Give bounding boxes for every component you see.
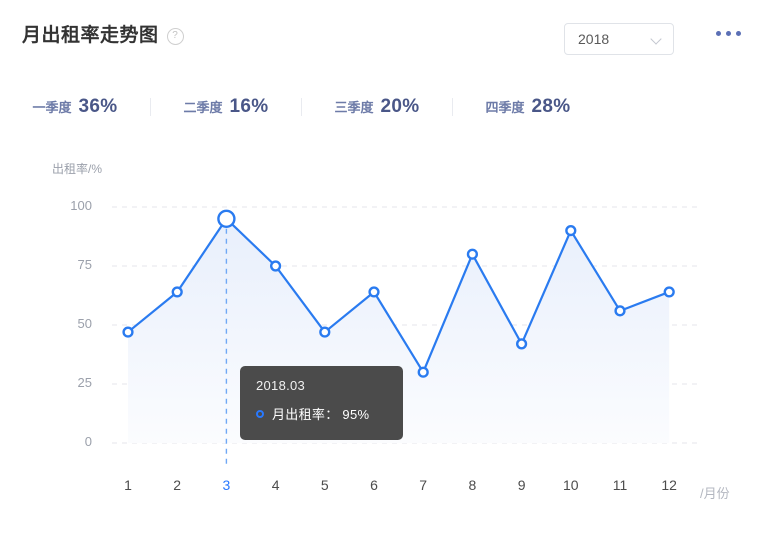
more-dot bbox=[716, 31, 721, 36]
x-axis-tick-label[interactable]: 7 bbox=[408, 477, 438, 493]
data-point[interactable] bbox=[466, 248, 479, 260]
x-axis-tick-label[interactable]: 6 bbox=[359, 477, 389, 493]
data-point[interactable] bbox=[368, 286, 380, 298]
year-select[interactable]: 2018 bbox=[564, 23, 674, 55]
title-group: 月出租率走势图 ? bbox=[22, 23, 184, 49]
question-mark-circle-icon[interactable]: ? bbox=[166, 27, 184, 45]
x-axis-tick-label[interactable]: 12 bbox=[654, 477, 684, 493]
quarter-stat-value: 16% bbox=[229, 96, 269, 117]
quarter-stat-label: 四季度 bbox=[485, 100, 525, 115]
data-point[interactable] bbox=[171, 286, 183, 298]
data-point[interactable] bbox=[319, 326, 331, 338]
x-axis-tick-label[interactable]: 1 bbox=[113, 477, 143, 493]
x-axis-tick-label[interactable]: 3 bbox=[211, 477, 241, 493]
data-point[interactable] bbox=[217, 209, 236, 229]
x-axis-tick-label[interactable]: 9 bbox=[507, 477, 537, 493]
tooltip-title: 2018.03 bbox=[256, 378, 306, 393]
quarter-stat-label: 二季度 bbox=[183, 100, 223, 115]
page-title: 月出租率走势图 bbox=[22, 25, 159, 46]
quarter-stats: 一季度 36% 二季度 16% 三季度 20% 四季度 28% bbox=[0, 88, 765, 126]
quarter-stat: 一季度 36% bbox=[0, 96, 150, 118]
data-point[interactable] bbox=[270, 260, 282, 272]
data-point[interactable] bbox=[565, 224, 577, 237]
x-axis-tick-label[interactable]: 4 bbox=[261, 477, 291, 493]
chart-area: 出租率/% /月份 100 75 50 25 0 1 2 3 4 5 6 7 8 9 10 11 12 2018… bbox=[0, 140, 765, 520]
chart-tooltip: 2018.03 月出租率： 95% bbox=[240, 366, 403, 440]
chevron-down-icon bbox=[652, 34, 662, 44]
data-point[interactable] bbox=[614, 305, 626, 317]
tooltip-row: 月出租率： 95% bbox=[256, 404, 403, 423]
x-axis-tick-label[interactable]: 2 bbox=[162, 477, 192, 493]
data-point[interactable] bbox=[122, 326, 134, 338]
data-point[interactable] bbox=[663, 286, 675, 298]
more-dot bbox=[726, 31, 731, 36]
card-header: 月出租率走势图 ? 2018 bbox=[0, 0, 765, 72]
x-axis-tick-label[interactable]: 5 bbox=[310, 477, 340, 493]
quarter-stat: 四季度 28% bbox=[453, 96, 603, 118]
quarter-stat-value: 28% bbox=[531, 96, 571, 117]
tooltip-value: 月出租率： 95% bbox=[272, 407, 370, 422]
more-horizontal-icon[interactable] bbox=[716, 31, 741, 36]
quarter-stat-label: 一季度 bbox=[32, 100, 72, 115]
data-point[interactable] bbox=[417, 366, 429, 378]
quarter-stat-value: 20% bbox=[380, 96, 420, 117]
y-axis-tick-label: 25 bbox=[77, 375, 92, 390]
y-axis-tick-label: 100 bbox=[70, 198, 92, 213]
data-point[interactable] bbox=[515, 338, 528, 350]
x-axis-tick-label[interactable]: 8 bbox=[457, 477, 487, 493]
quarter-stat-label: 三季度 bbox=[334, 100, 374, 115]
quarter-stat-value: 36% bbox=[78, 96, 118, 117]
line-chart-svg bbox=[112, 206, 700, 465]
plot-region: 100 75 50 25 0 1 2 3 4 5 6 7 8 9 10 11 12 bbox=[0, 140, 765, 520]
circle-marker-icon bbox=[256, 409, 264, 418]
quarter-stat: 二季度 16% bbox=[151, 96, 301, 118]
quarter-stat: 三季度 20% bbox=[302, 96, 452, 118]
year-select-value: 2018 bbox=[578, 31, 610, 47]
x-axis-tick-label[interactable]: 11 bbox=[605, 477, 635, 493]
y-axis-tick-label: 50 bbox=[77, 316, 92, 331]
x-axis-tick-label[interactable]: 10 bbox=[556, 477, 586, 493]
occupancy-trend-card: 月出租率走势图 ? 2018 一季度 36% 二季度 16% 三季度 20% 四季度 28% … bbox=[0, 0, 765, 549]
more-dot bbox=[736, 31, 741, 36]
y-axis-tick-label: 0 bbox=[84, 434, 92, 449]
y-axis-tick-label: 75 bbox=[77, 257, 92, 272]
